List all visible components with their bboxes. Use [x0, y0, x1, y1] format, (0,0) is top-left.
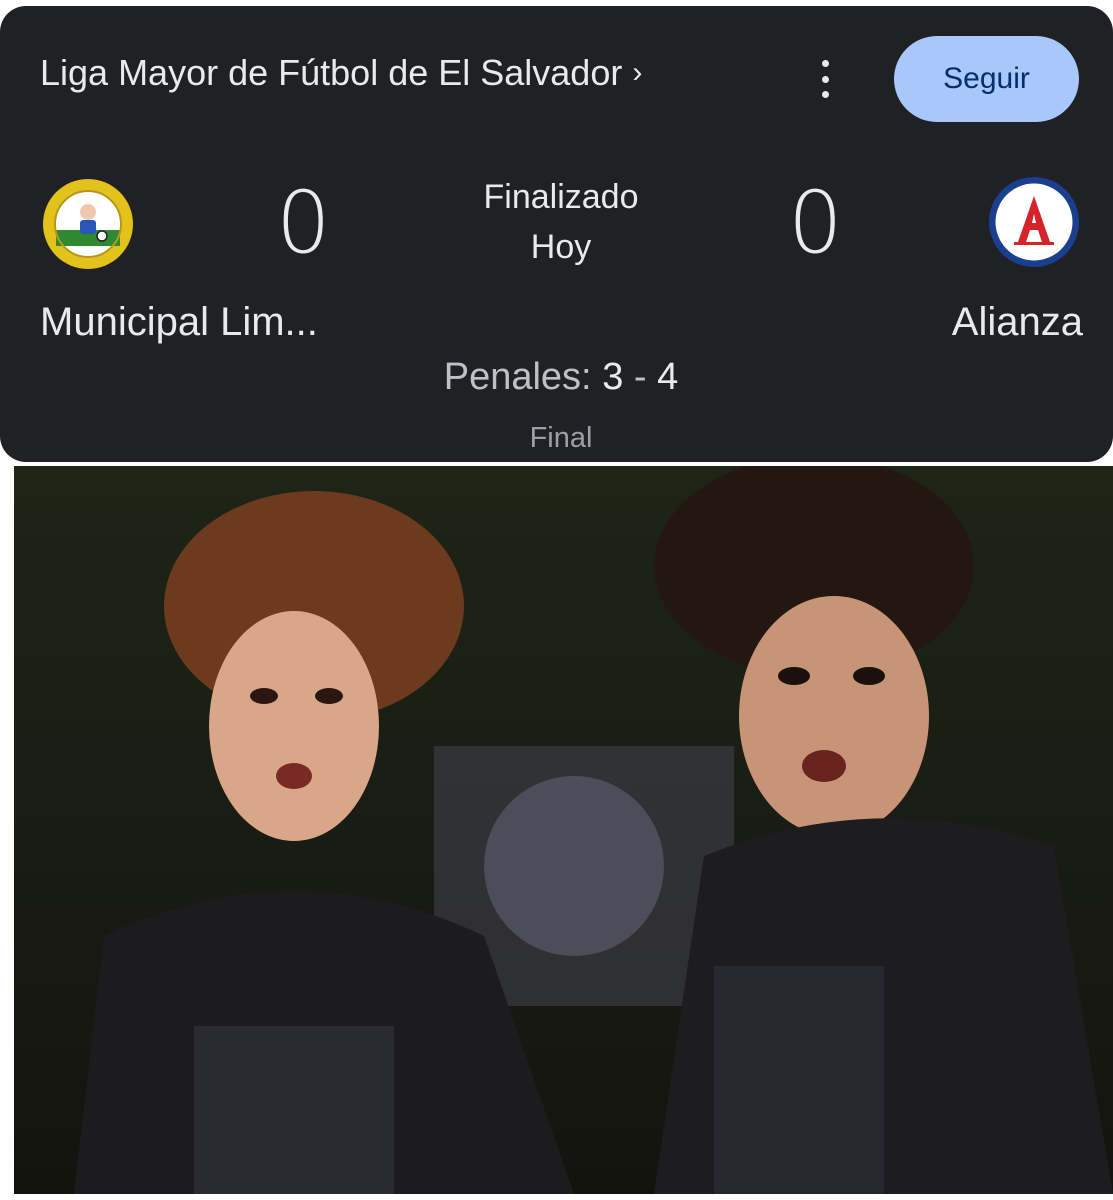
away-team-name[interactable]: Alianza — [952, 300, 1083, 345]
penalties-away: 4 — [657, 356, 679, 398]
penalties-separator: - — [633, 356, 647, 398]
chevron-right-icon: › — [632, 56, 643, 89]
follow-button[interactable]: Seguir — [894, 36, 1079, 122]
away-score: 0 — [788, 173, 843, 273]
match-day: Hoy — [530, 228, 592, 266]
league-link[interactable]: Liga Mayor de Fútbol de El Salvador › — [40, 52, 642, 94]
penalties-result: Penales: 3 - 4 — [380, 356, 742, 399]
match-status: Finalizado — [483, 178, 639, 216]
final-label: Final — [529, 422, 593, 454]
more-vert-icon[interactable] — [810, 56, 840, 102]
penalties-home: 3 — [602, 356, 624, 398]
penalties-label: Penales: — [443, 356, 592, 398]
alianza-fc-crest-icon[interactable] — [988, 176, 1080, 268]
home-team-name[interactable]: Municipal Lim... — [40, 300, 318, 345]
municipal-limeno-crest-icon[interactable] — [42, 178, 134, 270]
league-title: Liga Mayor de Fútbol de El Salvador — [40, 52, 623, 93]
home-score: 0 — [276, 173, 331, 273]
meme-photo — [14, 466, 1113, 1194]
meme-illustration — [74, 466, 1113, 1194]
match-card[interactable]: Liga Mayor de Fútbol de El Salvador › Se… — [0, 6, 1113, 462]
